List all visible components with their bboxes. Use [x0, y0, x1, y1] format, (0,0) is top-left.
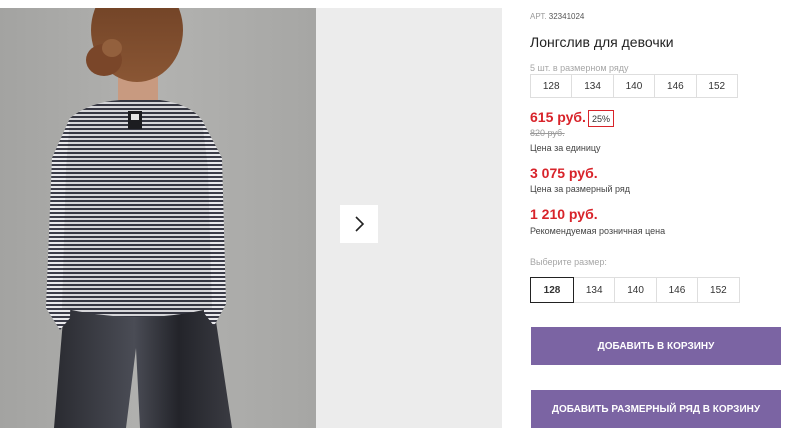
size-option-146[interactable]: 146 — [655, 277, 699, 303]
product-photo-image — [0, 8, 316, 428]
product-title: Лонгслив для девочки — [530, 34, 674, 50]
size-picker: 128 134 140 146 152 — [530, 277, 740, 303]
unit-price: 615 руб. — [530, 109, 586, 125]
size-option-128[interactable]: 128 — [530, 277, 574, 303]
article-number: АРТ. 32341024 — [530, 12, 584, 21]
pack-sizes-row: 128 134 140 146 152 — [530, 74, 738, 98]
product-photo[interactable] — [0, 8, 316, 428]
chevron-right-icon — [355, 216, 365, 232]
size-option-140[interactable]: 140 — [614, 277, 657, 303]
pack-size-cell: 146 — [654, 74, 697, 98]
article-value: 32341024 — [548, 12, 585, 21]
pack-price: 3 075 руб. — [530, 165, 598, 181]
size-option-134[interactable]: 134 — [573, 277, 616, 303]
pack-price-note: Цена за размерный ряд — [530, 184, 631, 194]
add-to-cart-button[interactable]: ДОБАВИТЬ В КОРЗИНУ — [531, 327, 781, 365]
discount-badge: 25% — [588, 110, 615, 127]
product-page: АРТ. 32341024 Лонгслив для девочки 5 шт.… — [0, 0, 800, 428]
article-label: АРТ. — [530, 12, 547, 21]
add-pack-to-cart-button[interactable]: ДОБАВИТЬ РАЗМЕРНЫЙ РЯД В КОРЗИНУ — [531, 390, 781, 428]
retail-price-note: Рекомендуемая розничная цена — [530, 226, 666, 236]
retail-price: 1 210 руб. — [530, 206, 598, 222]
pack-size-cell: 134 — [571, 74, 614, 98]
pack-size-cell: 140 — [612, 74, 656, 98]
size-option-152[interactable]: 152 — [697, 277, 740, 303]
product-gallery — [0, 8, 502, 428]
unit-price-note: Цена за единицу — [530, 143, 601, 153]
pack-size-cell: 152 — [695, 74, 738, 98]
size-picker-label: Выберите размер: — [530, 257, 607, 267]
gallery-next-button[interactable] — [340, 205, 378, 243]
old-price: 820 руб. — [530, 128, 565, 138]
pack-sizes-label: 5 шт. в размерном ряду — [530, 63, 629, 73]
pack-size-cell: 128 — [530, 74, 573, 98]
